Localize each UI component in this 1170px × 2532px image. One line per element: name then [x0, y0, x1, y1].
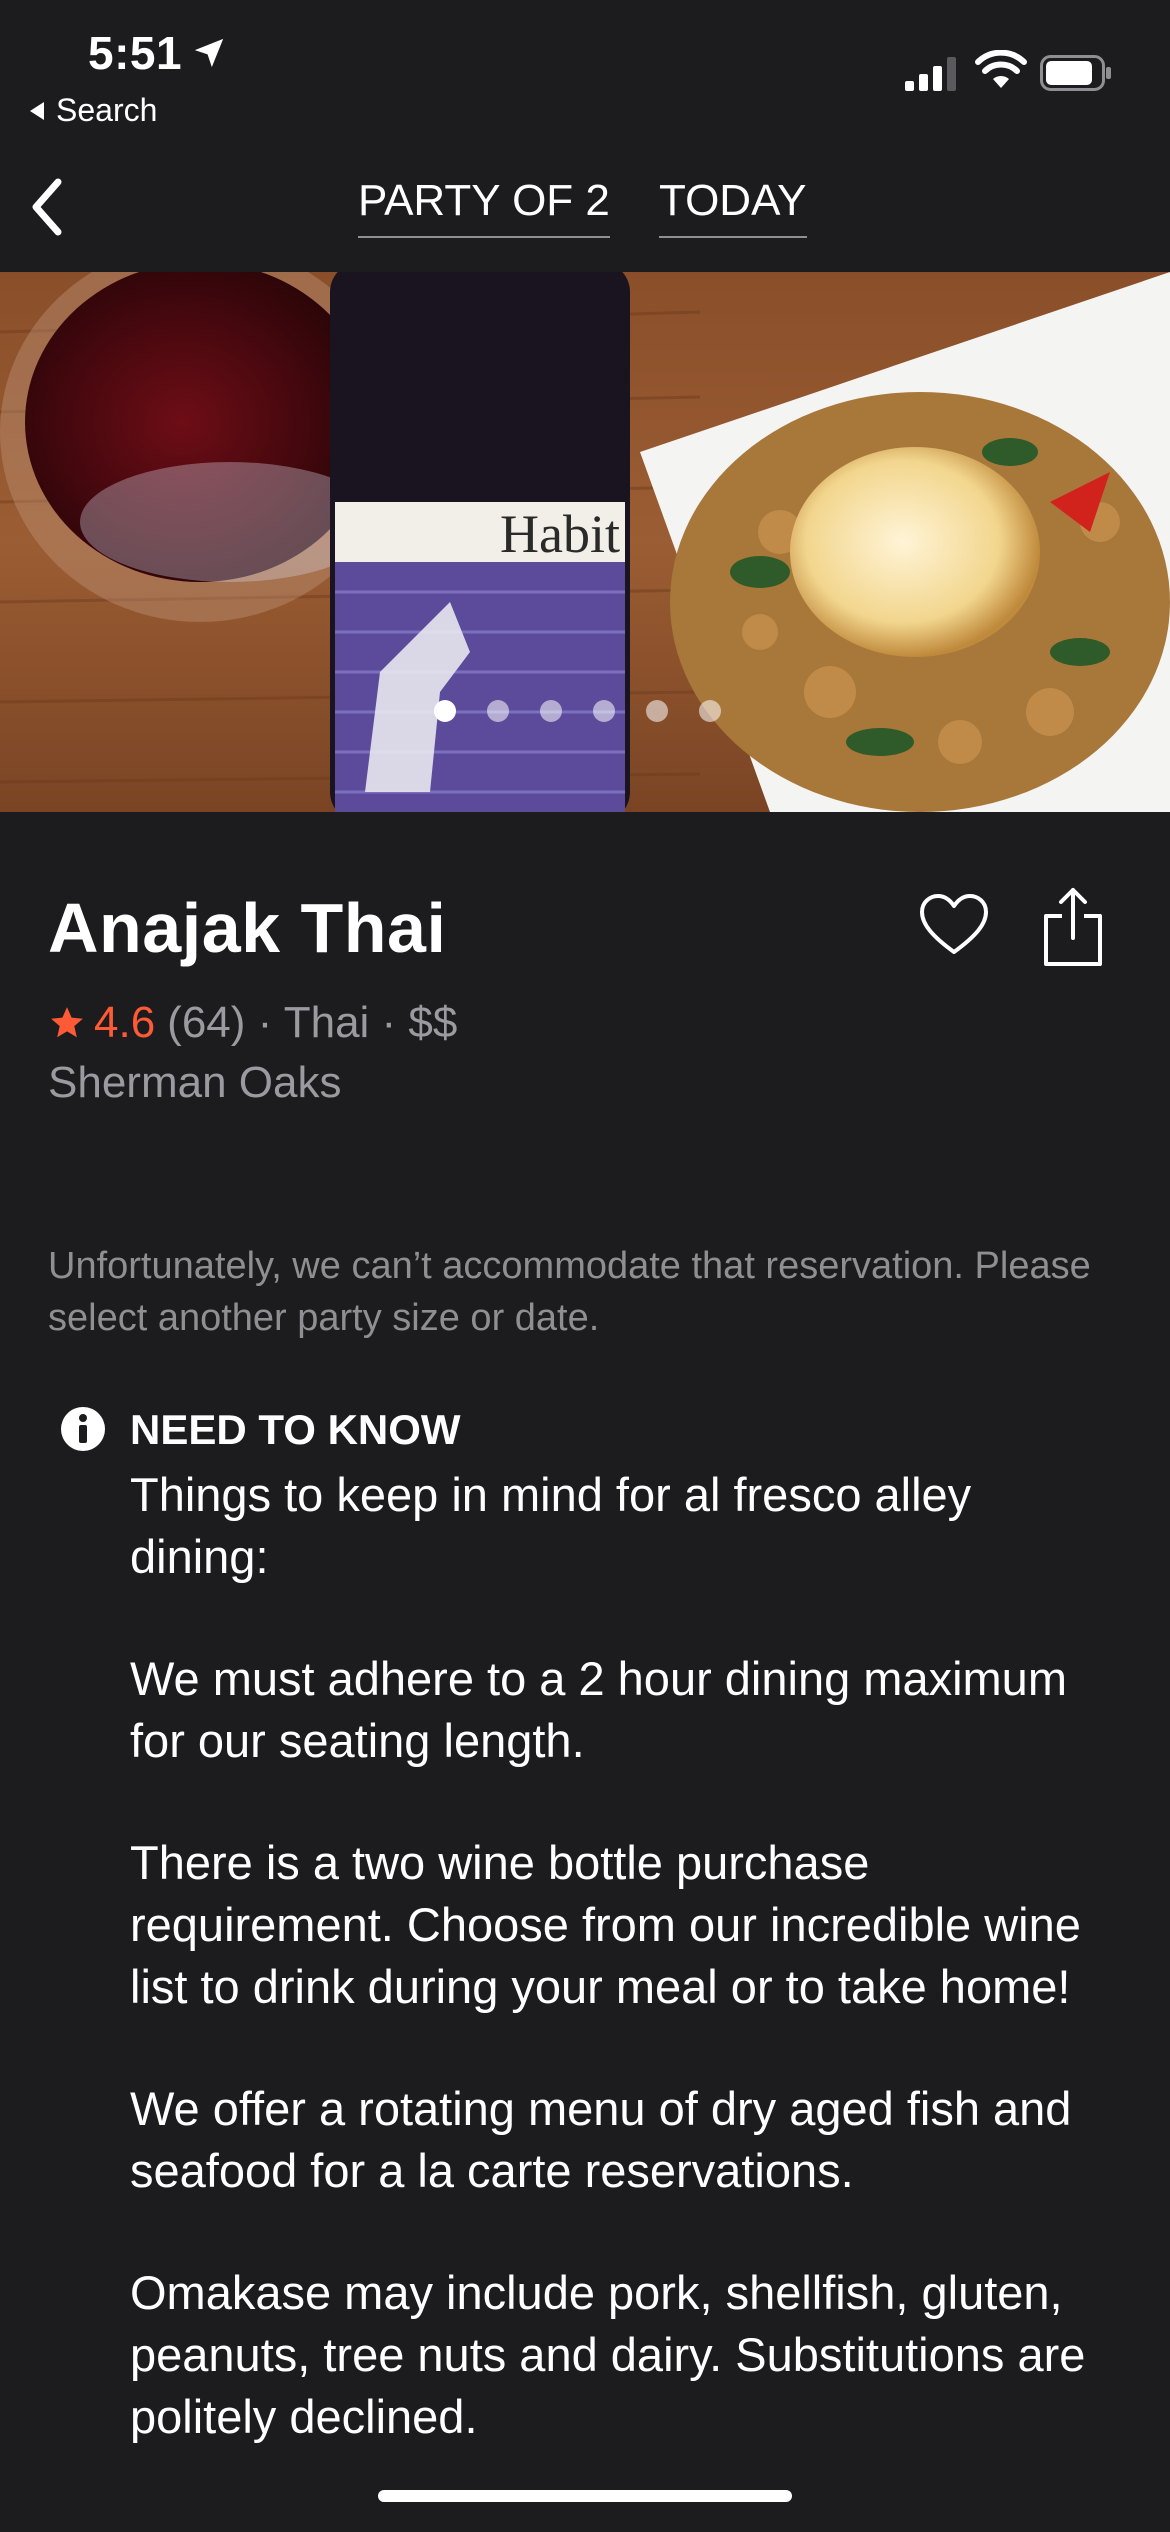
location-arrow-icon: [194, 38, 224, 68]
need-to-know-title: NEED TO KNOW: [130, 1406, 461, 1453]
need-to-know-paragraph: There is a two wine bottle purchase requ…: [130, 1836, 1081, 2013]
wifi-icon: [975, 50, 1027, 88]
home-indicator[interactable]: [378, 2490, 792, 2502]
status-time: 5:51: [88, 27, 183, 79]
carousel-dot: [540, 700, 562, 722]
carousel-dot: [593, 700, 615, 722]
carousel-dot: [646, 700, 668, 722]
neighborhood: Sherman Oaks: [48, 1058, 342, 1107]
star-icon: [51, 1007, 83, 1038]
restaurant-photo: Habit: [0, 272, 1170, 812]
carousel-dots: [0, 700, 1170, 722]
rating-details: (64) · Thai · $$: [167, 998, 458, 1047]
rating-value: 4.6: [94, 998, 156, 1047]
rating-row: 4.6 (64) · Thai · $$: [48, 998, 457, 1048]
share-icon[interactable]: [1040, 886, 1106, 968]
back-app-label: Search: [56, 92, 158, 128]
need-to-know-body: Things to keep in mind for al fresco all…: [130, 1464, 1120, 2508]
date-selector[interactable]: TODAY: [659, 176, 807, 238]
carousel-dot: [434, 700, 456, 722]
need-to-know-paragraph: Omakase may include pork, shellfish, glu…: [130, 2266, 1086, 2443]
restaurant-photo-carousel[interactable]: Habit: [0, 272, 1170, 812]
heart-icon[interactable]: [918, 890, 990, 962]
back-triangle-icon: [30, 101, 44, 120]
restaurant-name: Anajak Thai: [48, 889, 447, 967]
bottle-label-text: Habit: [500, 504, 620, 564]
need-to-know-paragraph: We offer a rotating menu of dry aged fis…: [130, 2082, 1072, 2197]
battery-icon: [1040, 55, 1111, 91]
availability-message: Unfortunately, we can’t accommodate that…: [48, 1245, 1091, 1339]
signal-icon: [905, 57, 956, 91]
status-bar: 5:51 Search: [0, 0, 1170, 150]
carousel-dot: [699, 700, 721, 722]
back-to-search[interactable]: Search: [30, 92, 157, 129]
need-to-know-paragraph: We must adhere to a 2 hour dining maximu…: [130, 1652, 1067, 1767]
carousel-dot: [487, 700, 509, 722]
info-icon: [61, 1407, 105, 1451]
party-size-selector[interactable]: PARTY OF 2: [358, 176, 610, 238]
back-chevron-icon[interactable]: [22, 172, 78, 242]
need-to-know-paragraph: Things to keep in mind for al fresco all…: [130, 1468, 972, 1583]
